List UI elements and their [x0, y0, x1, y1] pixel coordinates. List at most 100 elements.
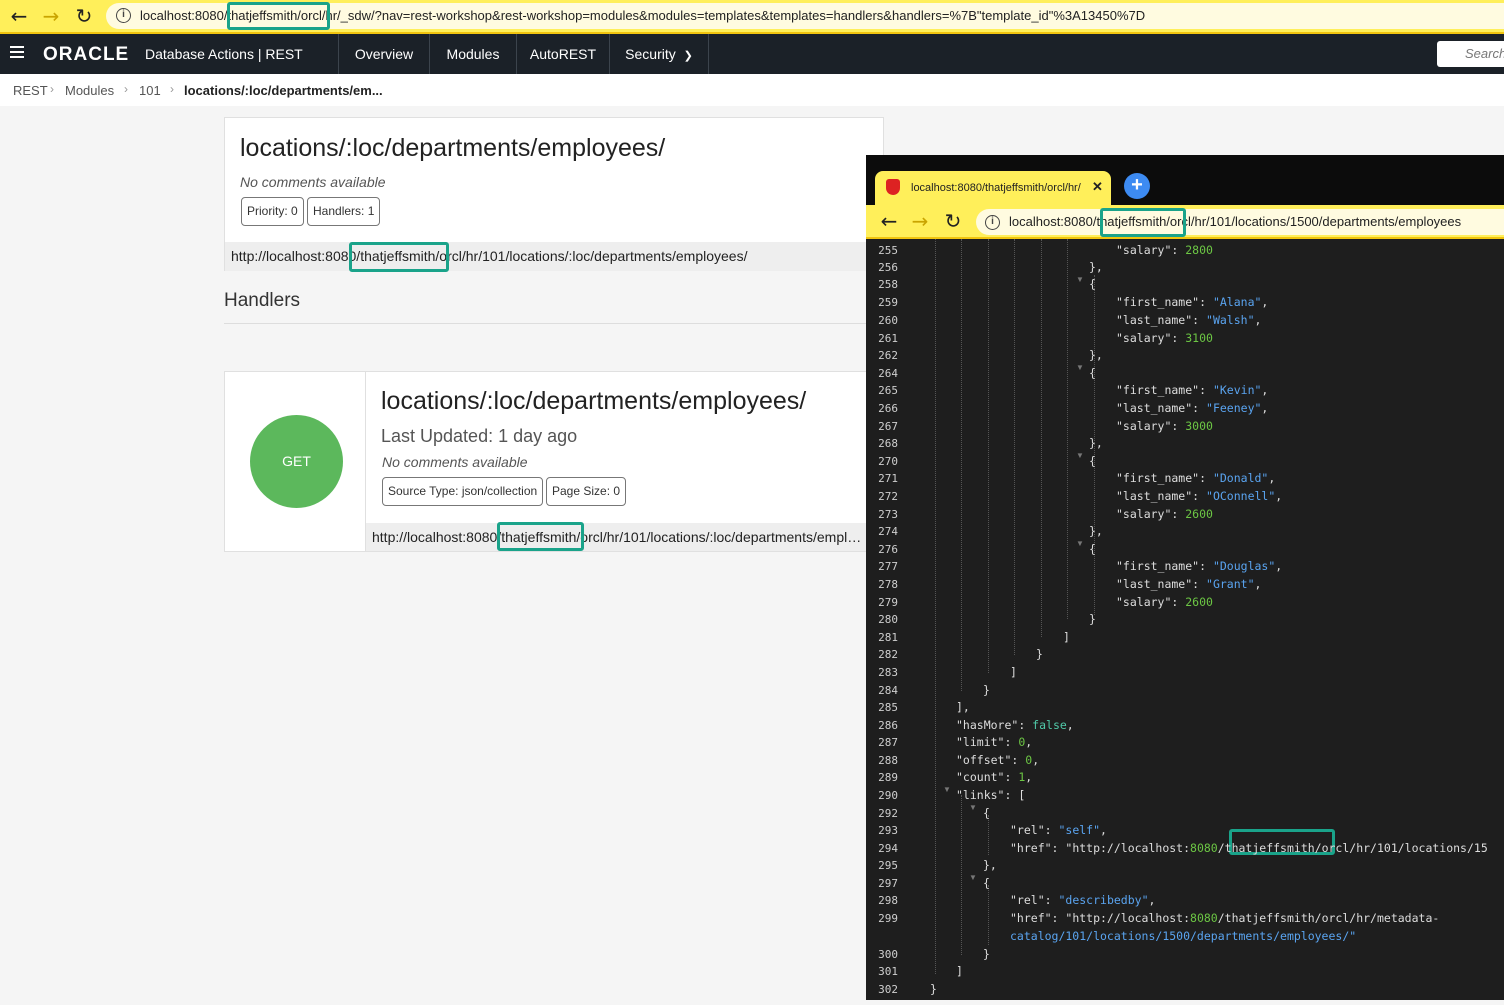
line-number: 278 [878, 578, 898, 591]
json-line: "links": [ [956, 788, 1026, 802]
json-line: } [1089, 612, 1096, 626]
info-icon[interactable]: i [116, 8, 131, 23]
breadcrumb: REST › Modules › 101 › locations/:loc/de… [0, 74, 1504, 106]
json-line: }, [983, 858, 997, 872]
page-size-chip: Page Size: 0 [546, 477, 627, 506]
app-header: ORACLE Database Actions | REST Overview … [0, 34, 1504, 74]
json-line: "salary": 2600 [1116, 507, 1213, 521]
json-line: "rel": "self", [1010, 823, 1107, 837]
shield-icon [886, 179, 900, 195]
nav-autorest[interactable]: AutoREST [516, 34, 609, 74]
json-line: "last_name": "Grant", [1116, 577, 1262, 591]
handler-url[interactable]: http://localhost:8080/thatjeffsmith/orcl… [366, 523, 884, 551]
forward-arrow-icon[interactable]: → [907, 209, 933, 233]
collapse-triangle-icon[interactable]: ▼ [1076, 451, 1084, 460]
line-number: 287 [878, 736, 898, 749]
line-number: 258 [878, 278, 898, 291]
line-number: 261 [878, 332, 898, 345]
nav-overview[interactable]: Overview [338, 34, 429, 74]
back-arrow-icon[interactable]: ← [6, 4, 32, 28]
collapse-triangle-icon[interactable]: ▼ [943, 785, 951, 794]
line-number: 264 [878, 367, 898, 380]
nav-security-label: Security [625, 46, 676, 62]
indent-guide [935, 239, 936, 974]
handlers-count-chip: Handlers: 1 [307, 197, 381, 226]
line-number: 288 [878, 754, 898, 767]
line-number: 289 [878, 771, 898, 784]
collapse-triangle-icon[interactable]: ▼ [1076, 539, 1084, 548]
json-line: "salary": 3000 [1116, 419, 1213, 433]
breadcrumb-module-101[interactable]: 101 [139, 83, 161, 98]
json-line: "last_name": "OConnell", [1116, 489, 1283, 503]
browser-toolbar: ← → ↻ localhost:8080/thatjeffsmith/orcl/… [0, 0, 1504, 34]
template-url[interactable]: http://localhost:8080/thatjeffsmith/orcl… [225, 242, 885, 271]
line-number: 300 [878, 948, 898, 961]
address-bar[interactable]: localhost:8080/thatjeffsmith/orcl/hr/101… [976, 209, 1504, 235]
line-number: 268 [878, 437, 898, 450]
line-number: 265 [878, 384, 898, 397]
line-number: 272 [878, 490, 898, 503]
forward-arrow-icon[interactable]: → [38, 4, 64, 28]
chevron-right-icon: › [170, 82, 174, 96]
nav-security[interactable]: Security ❯ [609, 34, 709, 74]
json-line: { [1089, 277, 1096, 291]
breadcrumb-modules[interactable]: Modules [65, 83, 114, 98]
json-line: "first_name": "Donald", [1116, 471, 1276, 485]
json-line: "count": 1, [956, 770, 1033, 784]
handlers-heading: Handlers [224, 290, 301, 311]
line-number: 298 [878, 894, 898, 907]
reload-icon[interactable]: ↻ [940, 209, 966, 233]
indent-guide [961, 795, 962, 955]
line-number: 276 [878, 543, 898, 556]
info-icon[interactable]: i [985, 215, 1000, 230]
json-line: "salary": 2600 [1116, 595, 1213, 609]
divider [224, 323, 884, 324]
highlight-box [227, 2, 330, 30]
indent-guide [1067, 239, 1068, 619]
json-line: }, [1089, 436, 1103, 450]
line-number: 256 [878, 261, 898, 274]
new-tab-plus-icon[interactable]: + [1124, 173, 1150, 199]
nav-modules[interactable]: Modules [429, 34, 516, 74]
reload-icon[interactable]: ↻ [71, 4, 97, 28]
priority-chip: Priority: 0 [241, 197, 304, 226]
template-comment: No comments available [240, 174, 386, 190]
close-icon[interactable]: ✕ [1092, 179, 1103, 195]
breadcrumb-rest[interactable]: REST [13, 83, 48, 98]
hamburger-menu-icon[interactable] [10, 46, 24, 60]
indent-guide [988, 885, 989, 945]
search-input[interactable]: Search [1437, 41, 1504, 67]
highlight-box [1100, 208, 1186, 237]
line-number: 282 [878, 648, 898, 661]
json-line: }, [1089, 524, 1103, 538]
source-type-chip: Source Type: json/collection [382, 477, 544, 506]
handler-title: locations/:loc/departments/employees/ [381, 387, 807, 415]
collapse-triangle-icon[interactable]: ▼ [969, 803, 977, 812]
json-line: { [1089, 454, 1096, 468]
handler-comment: No comments available [382, 454, 528, 470]
line-number: 273 [878, 508, 898, 521]
json-line: "salary": 2800 [1116, 243, 1213, 257]
collapse-triangle-icon[interactable]: ▼ [1076, 275, 1084, 284]
handler-last-updated: Last Updated: 1 day ago [381, 426, 578, 446]
line-number: 279 [878, 596, 898, 609]
json-line: "hasMore": false, [956, 718, 1074, 732]
line-number: 285 [878, 701, 898, 714]
line-number: 286 [878, 719, 898, 732]
line-number: 277 [878, 560, 898, 573]
line-number: 267 [878, 420, 898, 433]
chevron-right-icon: › [50, 82, 54, 96]
json-line: "first_name": "Douglas", [1116, 559, 1283, 573]
json-line: catalog/101/locations/1500/departments/e… [1010, 929, 1357, 943]
browser-tab[interactable]: localhost:8080/thatjeffsmith/orcl/hr/ [875, 171, 1111, 205]
collapse-triangle-icon[interactable]: ▼ [1076, 363, 1084, 372]
json-line: "salary": 3100 [1116, 331, 1213, 345]
line-number: 266 [878, 402, 898, 415]
json-line: } [1036, 647, 1043, 661]
back-arrow-icon[interactable]: ← [876, 209, 902, 233]
json-line: "last_name": "Feeney", [1116, 401, 1269, 415]
json-line: "first_name": "Alana", [1116, 295, 1269, 309]
collapse-triangle-icon[interactable]: ▼ [969, 873, 977, 882]
indent-guide [1014, 239, 1015, 655]
indent-guide [961, 239, 962, 691]
